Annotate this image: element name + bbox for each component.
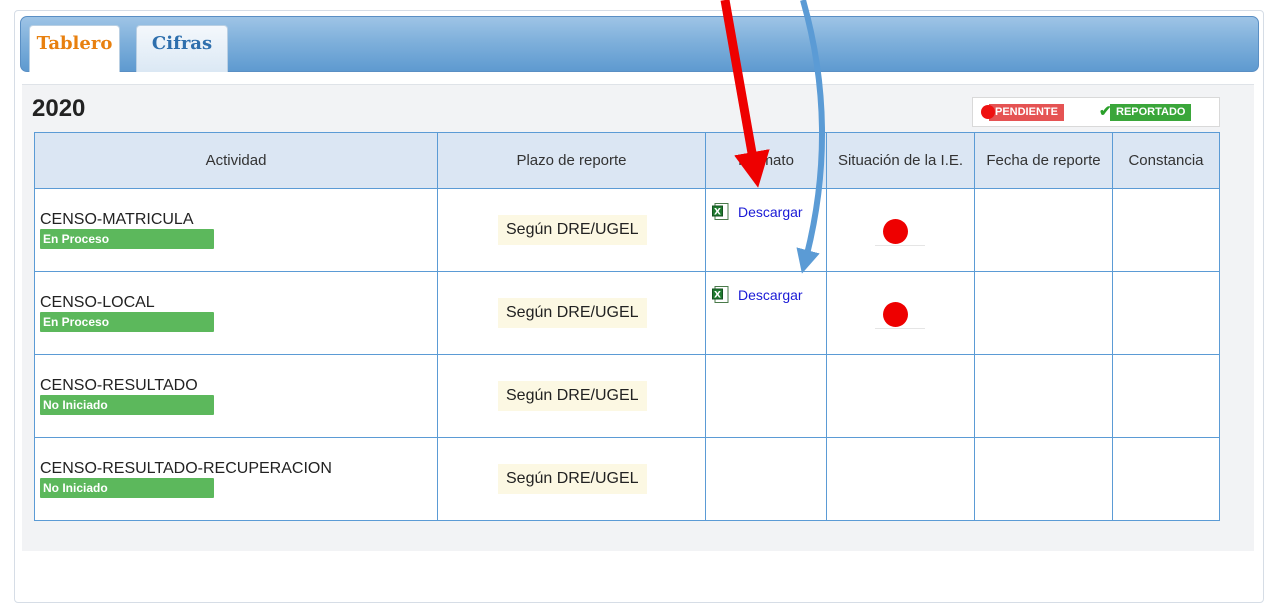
pending-status-dot-icon: [883, 302, 908, 327]
table-row: CENSO-MATRICULA En Proceso Según DRE/UGE…: [34, 188, 1220, 272]
activity-cell: CENSO-LOCAL En Proceso: [34, 271, 438, 355]
fecha-cell: [974, 437, 1113, 521]
activity-cell: CENSO-RESULTADO No Iniciado: [34, 354, 438, 438]
activities-table: Actividad Plazo de reporte Formato Situa…: [34, 132, 1220, 521]
constancia-cell: [1112, 354, 1220, 438]
header-situacion: Situación de la I.E.: [826, 132, 975, 189]
tab-bar: Tablero Cifras: [20, 16, 1259, 72]
plazo-cell: Según DRE/UGEL: [437, 437, 706, 521]
situacion-cell: [826, 271, 975, 355]
header-fecha: Fecha de reporte: [974, 132, 1113, 189]
plazo-value: Según DRE/UGEL: [498, 215, 647, 245]
header-constancia: Constancia: [1112, 132, 1220, 189]
legend-pending-badge: PENDIENTE: [989, 104, 1064, 121]
download-link[interactable]: Descargar: [738, 204, 803, 220]
divider: [875, 328, 925, 329]
situacion-cell: [826, 437, 975, 521]
tab-tablero[interactable]: Tablero: [29, 25, 120, 72]
table-row: CENSO-RESULTADO-RECUPERACION No Iniciado…: [34, 437, 1220, 521]
activity-name: CENSO-MATRICULA: [40, 211, 194, 228]
legend-reported-badge: REPORTADO: [1110, 104, 1192, 121]
excel-file-icon: X: [712, 203, 729, 220]
status-badge: No Iniciado: [40, 395, 214, 415]
table-row: CENSO-LOCAL En Proceso Según DRE/UGEL X …: [34, 271, 1220, 355]
constancia-cell: [1112, 437, 1220, 521]
activity-name: CENSO-RESULTADO: [40, 377, 198, 394]
excel-file-icon: X: [712, 286, 729, 303]
constancia-cell: [1112, 271, 1220, 355]
status-badge: No Iniciado: [40, 478, 214, 498]
situacion-cell: [826, 354, 975, 438]
plazo-cell: Según DRE/UGEL: [437, 188, 706, 272]
plazo-value: Según DRE/UGEL: [498, 381, 647, 411]
formato-cell: X Descargar: [705, 188, 827, 272]
formato-cell: [705, 437, 827, 521]
header-formato: Formato: [705, 132, 827, 189]
plazo-cell: Según DRE/UGEL: [437, 354, 706, 438]
svg-text:X: X: [714, 291, 721, 301]
tab-cifras[interactable]: Cifras: [136, 25, 228, 72]
pending-status-dot-icon: [883, 219, 908, 244]
status-badge: En Proceso: [40, 312, 214, 332]
status-badge: En Proceso: [40, 229, 214, 249]
fecha-cell: [974, 354, 1113, 438]
formato-cell: X Descargar: [705, 271, 827, 355]
status-legend: PENDIENTE ✔ REPORTADO: [972, 97, 1220, 127]
formato-cell: [705, 354, 827, 438]
table-row: CENSO-RESULTADO No Iniciado Según DRE/UG…: [34, 354, 1220, 438]
divider: [875, 245, 925, 246]
situacion-cell: [826, 188, 975, 272]
table-header-row: Actividad Plazo de reporte Formato Situa…: [34, 132, 1220, 189]
header-actividad: Actividad: [34, 132, 438, 189]
download-link[interactable]: Descargar: [738, 287, 803, 303]
plazo-cell: Según DRE/UGEL: [437, 271, 706, 355]
header-plazo: Plazo de reporte: [437, 132, 706, 189]
svg-text:X: X: [714, 208, 721, 218]
plazo-value: Según DRE/UGEL: [498, 298, 647, 328]
activity-name: CENSO-RESULTADO-RECUPERACION: [40, 460, 332, 477]
legend-pending-dot-icon: [981, 105, 995, 119]
year-title: 2020: [32, 95, 86, 122]
activity-cell: CENSO-MATRICULA En Proceso: [34, 188, 438, 272]
fecha-cell: [974, 188, 1113, 272]
constancia-cell: [1112, 188, 1220, 272]
plazo-value: Según DRE/UGEL: [498, 464, 647, 494]
activity-cell: CENSO-RESULTADO-RECUPERACION No Iniciado: [34, 437, 438, 521]
fecha-cell: [974, 271, 1113, 355]
activity-name: CENSO-LOCAL: [40, 294, 155, 311]
